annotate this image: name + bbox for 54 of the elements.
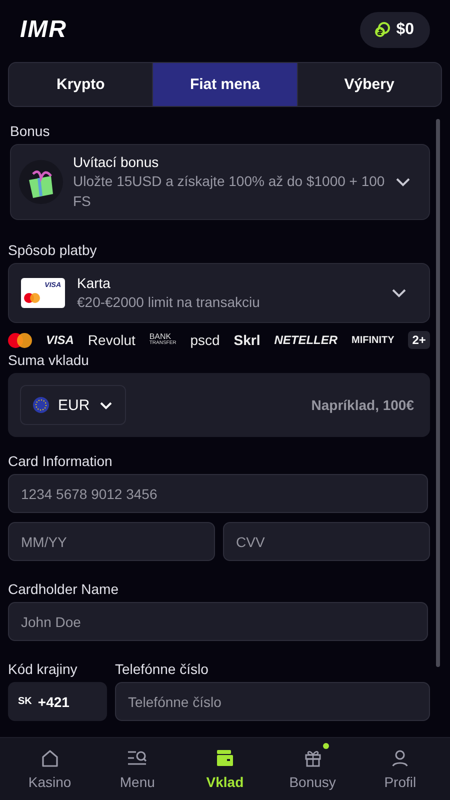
more-badge[interactable]: 2+: [408, 331, 430, 349]
wallet-icon: [214, 748, 235, 768]
menu-search-icon: [126, 748, 148, 768]
country-code-dropdown[interactable]: SK +421: [8, 682, 107, 721]
field-label: Card Information: [8, 453, 114, 469]
payment-logo: pscd: [190, 332, 220, 348]
field-label: Cardholder Name: [8, 581, 120, 597]
bonus-title: Uvítací bonus: [73, 153, 160, 171]
expiry-field[interactable]: MM/YY: [8, 522, 215, 561]
gift-icon: [302, 748, 323, 768]
home-icon: [40, 748, 60, 768]
nav-item[interactable]: Vklad: [181, 738, 269, 800]
balance-button[interactable]: $0: [360, 12, 430, 48]
nav-item[interactable]: Menu: [94, 738, 182, 800]
field-label: Bonus: [10, 123, 51, 139]
payment-logo: MIFINITY: [352, 334, 394, 346]
cvv-field[interactable]: CVV: [223, 522, 430, 561]
coins-icon: [374, 22, 390, 38]
nav-item[interactable]: Bonusy: [268, 738, 356, 800]
scrollbar[interactable]: [436, 119, 440, 667]
field-label: Suma vkladu: [8, 352, 90, 368]
nav-item[interactable]: Profil: [356, 738, 444, 800]
currency-code: EUR: [58, 396, 90, 414]
payment-title: Karta: [77, 274, 112, 292]
payment-logo: Skrl: [234, 332, 260, 348]
flag-icon: [33, 397, 49, 413]
tab[interactable]: Fiat mena: [153, 63, 298, 106]
cardholder-name-field[interactable]: John Doe: [8, 602, 428, 641]
nav-item[interactable]: Kasino: [6, 738, 94, 800]
field-label: Kód krajiny: [8, 661, 78, 677]
mastercard-icon: [8, 332, 32, 348]
chevron-down-icon: [391, 288, 407, 298]
balance-amount: $0: [396, 21, 414, 39]
payment-logo: VISA: [46, 333, 74, 347]
logo: IMR: [20, 16, 67, 44]
chevron-down-icon: [395, 177, 411, 187]
tab[interactable]: Výbery: [298, 63, 441, 106]
bonus-dropdown[interactable]: Uvítací bonus Uložte 15USD a získajte 100% až do $1000 + 100 FS: [10, 144, 430, 220]
user-icon: [390, 748, 410, 768]
dial-code: +421: [38, 694, 70, 710]
country-code: SK: [18, 696, 32, 707]
payment-logo: NETELLER: [274, 333, 338, 347]
field-label: Telefónne číslo: [115, 661, 210, 677]
phone-number-field[interactable]: Telefónne číslo: [115, 682, 430, 721]
amount-field[interactable]: EUR Napríklad, 100€: [8, 373, 430, 437]
payment-description: €20-€2000 limit na transakciu: [77, 293, 261, 312]
bonus-description: Uložte 15USD a získajte 100% až do $1000 + 100 FS: [73, 172, 385, 211]
mastercard-icon: [24, 293, 40, 303]
chevron-down-icon: [98, 400, 113, 410]
gift-icon: [19, 160, 63, 204]
payment-logo: Revolut: [88, 332, 136, 348]
currency-dropdown[interactable]: EUR: [20, 385, 126, 425]
card-number-field[interactable]: 1234 5678 9012 3456: [8, 474, 428, 513]
field-label: Spôsob platby: [8, 242, 98, 258]
